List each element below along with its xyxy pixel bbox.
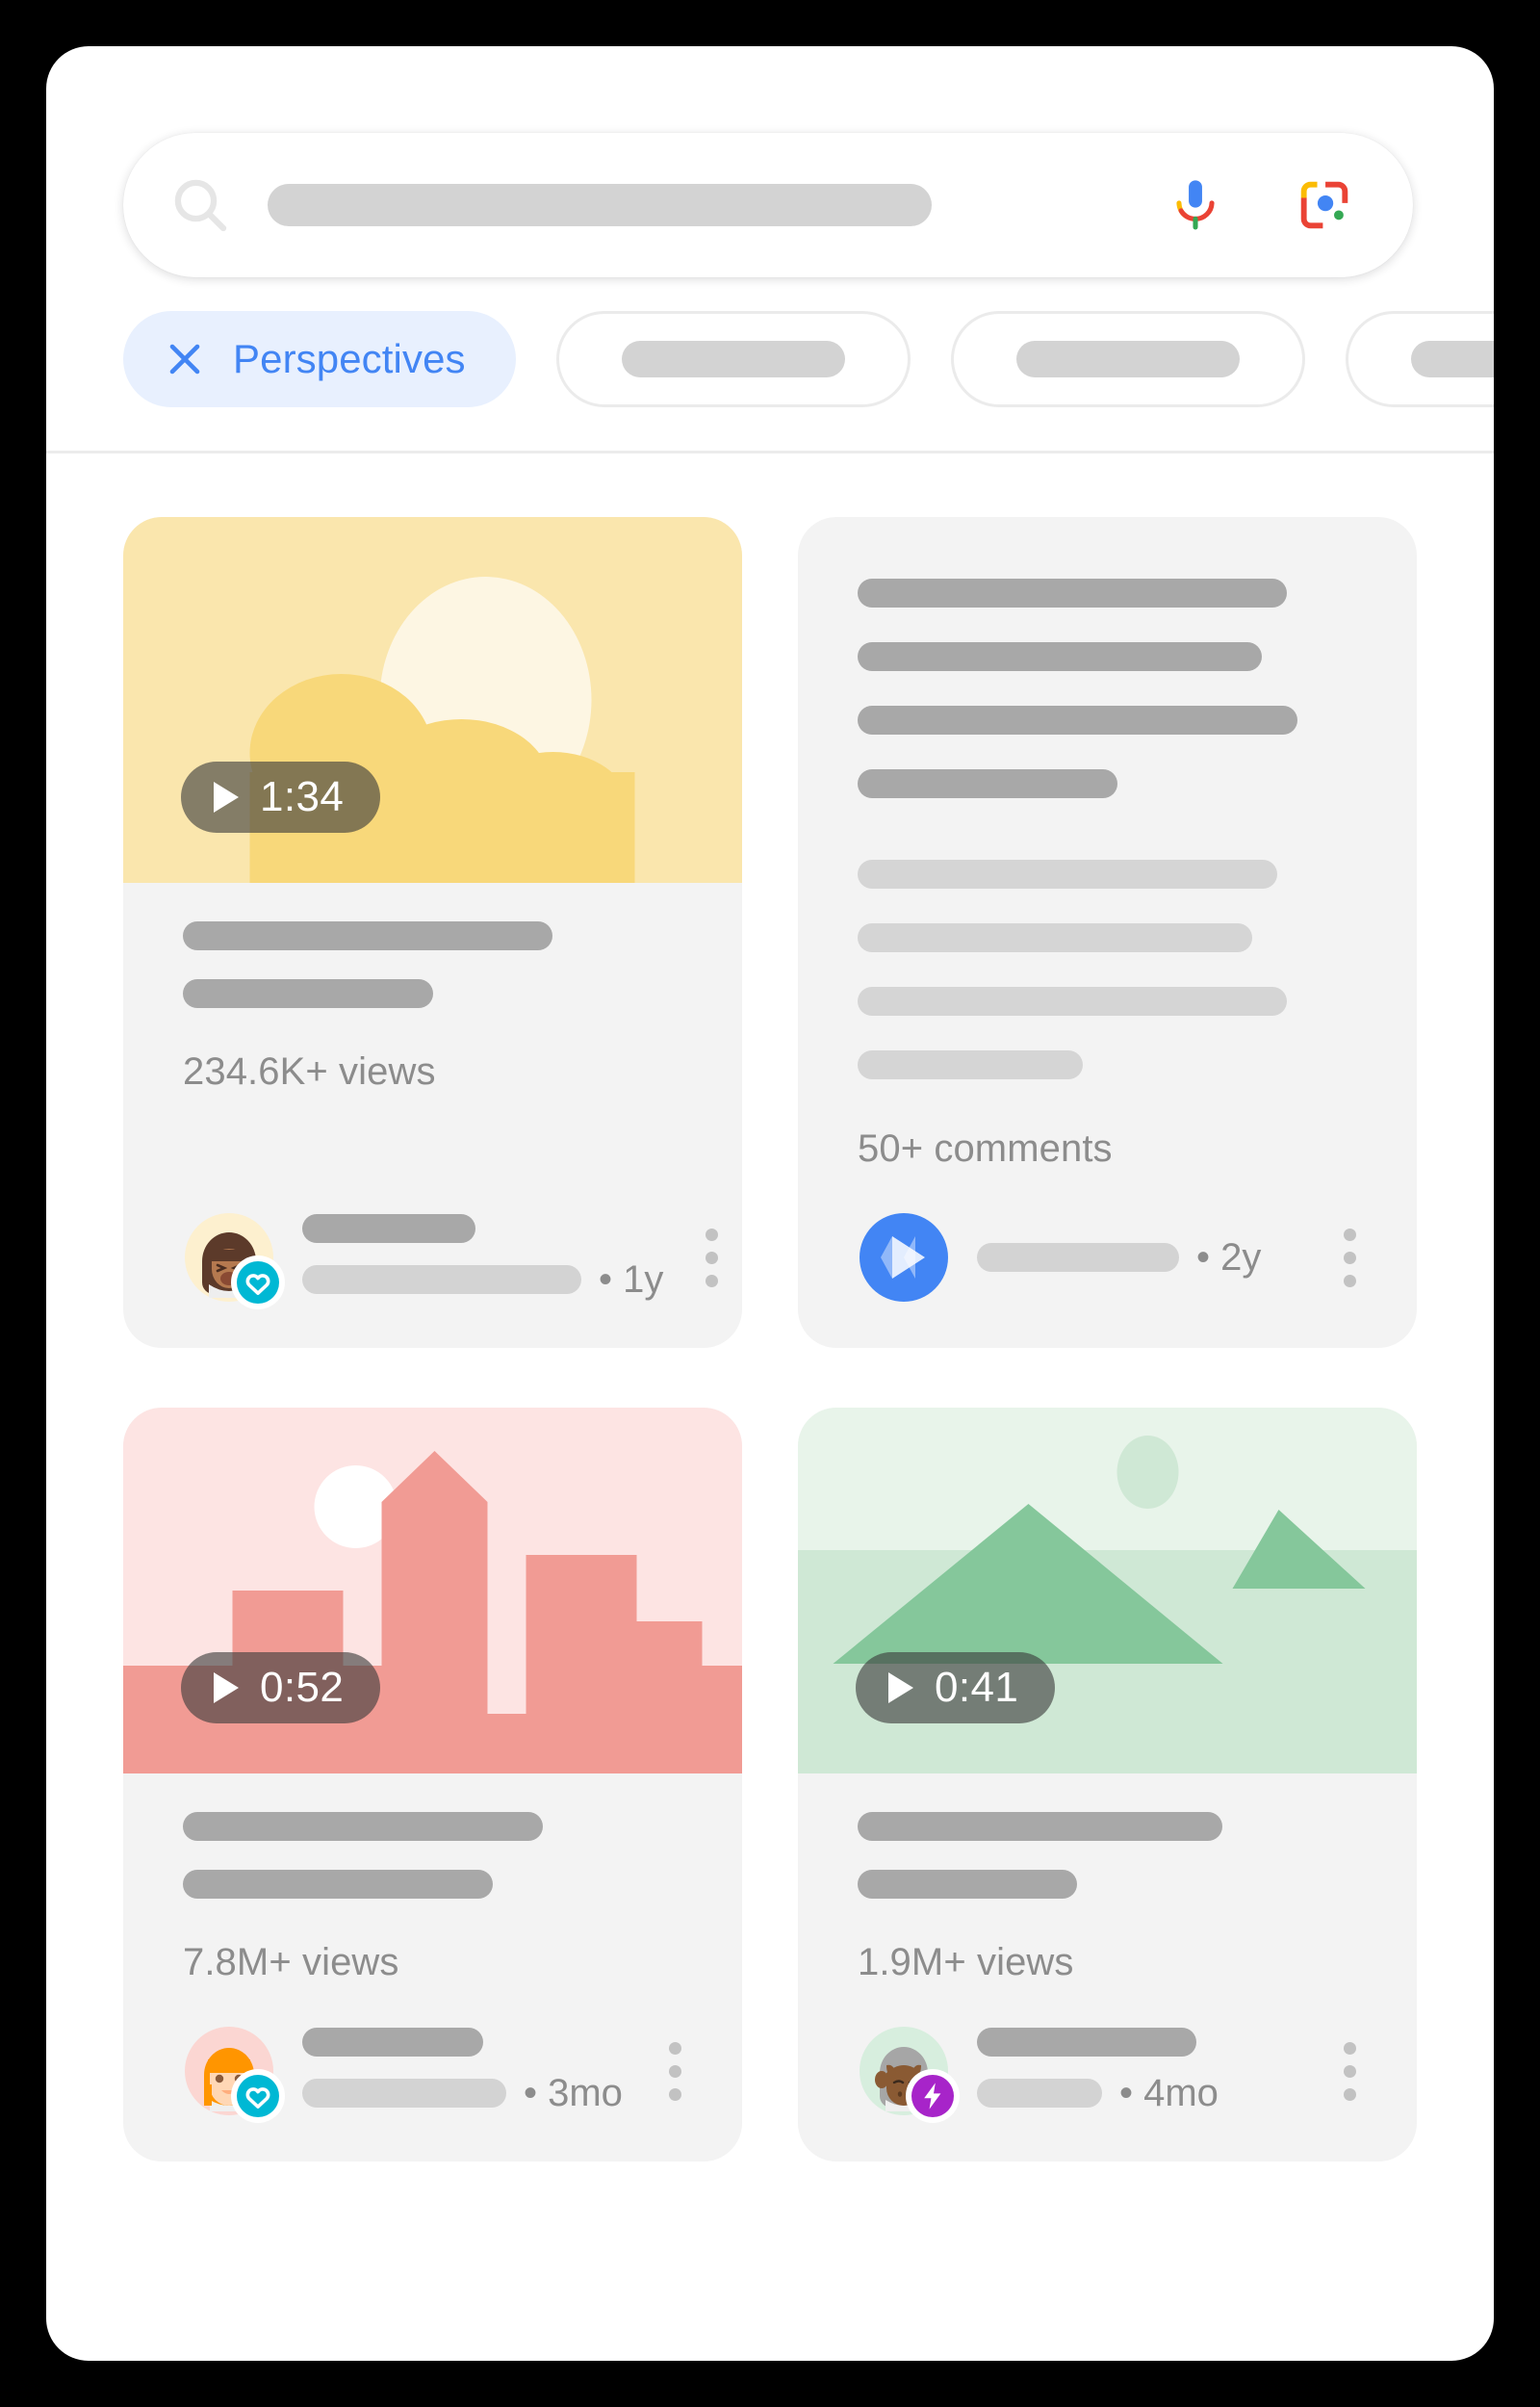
more-options-icon[interactable] xyxy=(667,2041,682,2101)
text-placeholder-line xyxy=(858,860,1277,889)
results-grid: 1:34 234.6K+ views • 1y 50+ comments • 2… xyxy=(46,453,1494,2161)
chip-placeholder-bar xyxy=(621,341,845,377)
card-body: 50+ comments • 2y xyxy=(798,517,1417,1348)
duration-label: 0:41 xyxy=(935,1664,1019,1711)
google-lens-icon[interactable] xyxy=(1294,174,1355,236)
source-age-row: • 3mo xyxy=(302,2072,627,2115)
stat-label: 7.8M+ views xyxy=(183,1941,399,1983)
result-card-video-mountains[interactable]: 0:41 1.9M+ views • 4mo xyxy=(798,1408,1417,2161)
filter-chip-perspectives[interactable]: Perspectives xyxy=(123,311,516,407)
filter-chip-label: Perspectives xyxy=(233,336,466,381)
title-placeholder-line xyxy=(858,1870,1078,1899)
lightning-badge-icon xyxy=(906,2069,960,2123)
avatar[interactable] xyxy=(183,2025,285,2123)
card-footer: • 1y xyxy=(183,1171,718,1309)
avatar[interactable] xyxy=(858,2025,960,2123)
play-icon xyxy=(214,1672,239,1703)
card-footer: • 3mo xyxy=(183,1984,682,2123)
chip-placeholder-bar xyxy=(1410,341,1494,377)
source-info: • 1y xyxy=(302,1213,663,1302)
source-name-placeholder xyxy=(977,2027,1196,2057)
filter-chip-placeholder-1[interactable] xyxy=(555,311,911,407)
thumbnail-pink-cityscape-illustration[interactable]: 0:52 xyxy=(123,1408,742,1773)
filter-chip-placeholder-2[interactable] xyxy=(950,311,1305,407)
text-placeholder-line xyxy=(858,579,1288,608)
source-info: • 2y xyxy=(977,1236,1301,1280)
source-age-row: • 1y xyxy=(302,1258,663,1302)
source-info: • 4mo xyxy=(977,2027,1301,2115)
filter-chip-placeholder-3[interactable] xyxy=(1345,311,1494,407)
duration-badge: 1:34 xyxy=(181,762,381,833)
search-region xyxy=(46,46,1494,277)
result-card-video-clouds[interactable]: 1:34 234.6K+ views • 1y xyxy=(123,517,742,1348)
card-body: 7.8M+ views • 3mo xyxy=(123,1773,742,2161)
heart-badge-icon xyxy=(231,2069,285,2123)
duration-label: 0:52 xyxy=(260,1664,345,1711)
source-age-row: • 2y xyxy=(977,1236,1301,1280)
avatar[interactable] xyxy=(183,1211,285,1309)
text-placeholder-line xyxy=(858,987,1288,1016)
card-footer: • 2y xyxy=(858,1171,1357,1304)
more-options-icon[interactable] xyxy=(1342,2041,1357,2101)
source-name-placeholder xyxy=(302,1213,475,1243)
text-placeholder-line xyxy=(858,1050,1083,1079)
title-placeholder-line xyxy=(183,921,553,950)
source-name-placeholder xyxy=(977,1243,1179,1272)
thumbnail-green-mountains-illustration[interactable]: 0:41 xyxy=(798,1408,1417,1773)
duration-label: 1:34 xyxy=(260,773,345,820)
chip-placeholder-bar xyxy=(1015,341,1240,377)
title-placeholder-line xyxy=(858,1812,1222,1841)
age-label: • 1y xyxy=(599,1257,664,1301)
card-footer: • 4mo xyxy=(858,1984,1357,2123)
source-name-row xyxy=(302,2027,627,2057)
app-surface: Perspectives 1:34 234.6K+ views • 1y 50+… xyxy=(46,46,1494,2361)
title-placeholder-line xyxy=(183,1870,493,1899)
search-icon xyxy=(166,170,235,240)
play-icon xyxy=(214,782,239,813)
source-name-row xyxy=(977,2027,1301,2057)
more-options-icon[interactable] xyxy=(1342,1228,1357,1287)
source-info: • 3mo xyxy=(302,2027,627,2115)
source-name-row xyxy=(302,1213,663,1243)
thumbnail-clouds-sun-illustration[interactable]: 1:34 xyxy=(123,517,742,883)
source-name-placeholder xyxy=(302,2027,483,2057)
text-placeholder-line xyxy=(858,923,1252,952)
microphone-icon[interactable] xyxy=(1165,174,1226,236)
age-label: • 4mo xyxy=(1119,2071,1219,2114)
close-icon[interactable] xyxy=(162,336,208,382)
search-bar[interactable] xyxy=(123,133,1413,277)
result-card-text-comments[interactable]: 50+ comments • 2y xyxy=(798,517,1417,1348)
duration-badge: 0:41 xyxy=(856,1652,1056,1723)
title-placeholder-line xyxy=(183,1812,543,1841)
filter-chips-row[interactable]: Perspectives xyxy=(46,268,1494,451)
age-label: • 3mo xyxy=(524,2071,623,2114)
play-icon xyxy=(888,1672,913,1703)
source-age-row: • 4mo xyxy=(977,2072,1301,2115)
stat-label: 50+ comments xyxy=(858,1127,1113,1170)
duration-badge: 0:52 xyxy=(181,1652,381,1723)
avatar[interactable] xyxy=(858,1211,950,1304)
title-placeholder-line xyxy=(183,979,433,1008)
text-placeholder-line xyxy=(858,769,1117,798)
age-label: • 2y xyxy=(1196,1235,1262,1279)
source-url-placeholder xyxy=(302,1265,581,1294)
heart-badge-icon xyxy=(231,1255,285,1309)
stat-label: 234.6K+ views xyxy=(183,1050,436,1093)
card-body: 234.6K+ views • 1y xyxy=(123,883,742,1348)
stat-label: 1.9M+ views xyxy=(858,1941,1074,1983)
card-body: 1.9M+ views • 4mo xyxy=(798,1773,1417,2161)
text-placeholder-line xyxy=(858,706,1297,735)
source-url-placeholder xyxy=(302,2079,506,2108)
search-input[interactable] xyxy=(268,184,932,226)
text-placeholder-line xyxy=(858,642,1263,671)
more-options-icon[interactable] xyxy=(704,1228,719,1287)
source-url-placeholder xyxy=(977,2079,1102,2108)
result-card-video-city[interactable]: 0:52 7.8M+ views • 3mo xyxy=(123,1408,742,2161)
search-actions xyxy=(1165,174,1371,236)
